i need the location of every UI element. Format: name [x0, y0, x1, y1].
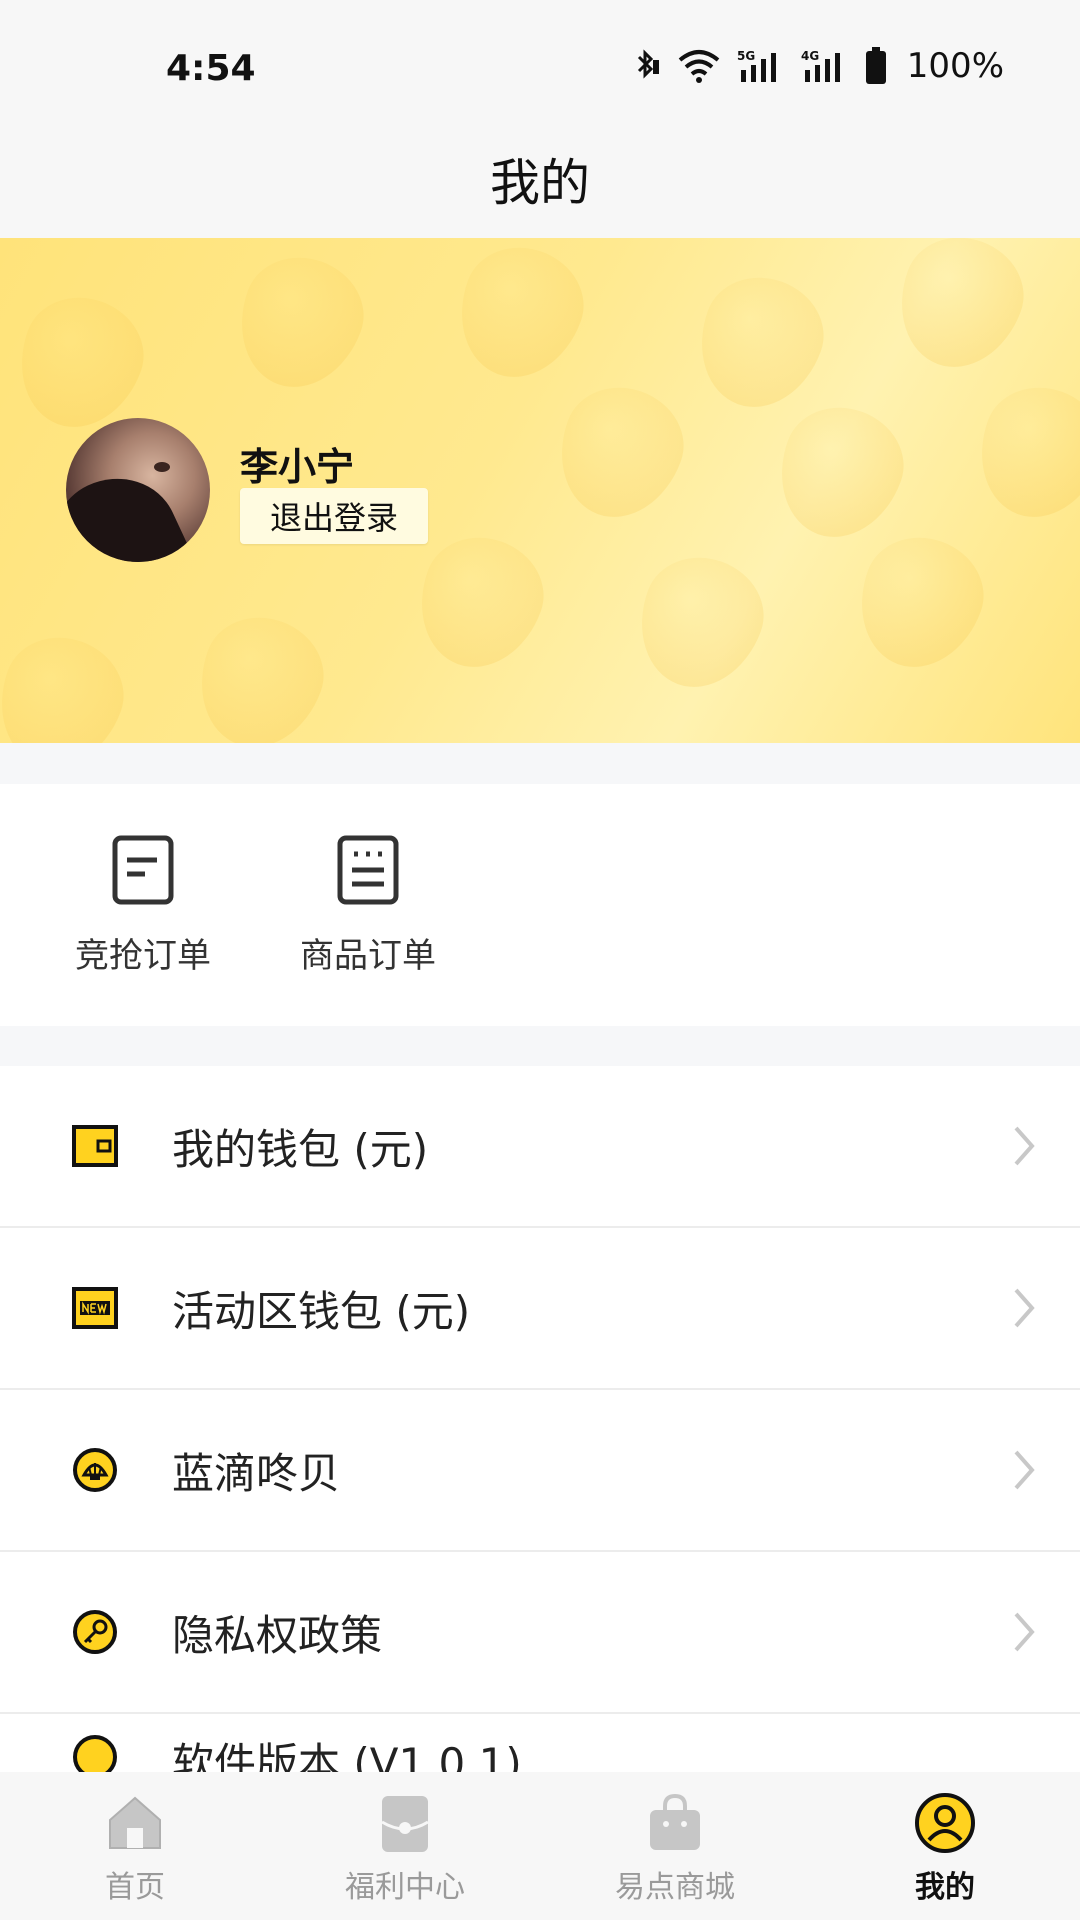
- order-item-bidding[interactable]: 竞抢订单: [33, 784, 253, 1026]
- status-time: 4:54: [166, 48, 256, 89]
- menu-label: 我的钱包 (元): [172, 1124, 429, 1174]
- bluetooth-icon: [631, 48, 661, 84]
- wallet-icon: [72, 1125, 118, 1167]
- banner-pattern: [221, 241, 379, 405]
- profile-icon: [915, 1793, 975, 1853]
- welfare-icon: [381, 1796, 429, 1852]
- menu-label: 活动区钱包 (元): [172, 1286, 471, 1336]
- banner-pattern: [541, 371, 699, 535]
- shell-icon: [73, 1448, 117, 1492]
- menu-list: 我的钱包 (元) 活动区钱包 (元) 蓝滴咚贝 隐私权政策 软件版本 (V1.0…: [0, 1066, 1080, 1774]
- banner-pattern: [961, 371, 1080, 535]
- key-icon: [73, 1610, 117, 1654]
- battery-percent: 100%: [906, 46, 1004, 86]
- app-header: 我的: [0, 120, 1080, 238]
- status-bar: 4:54 5G 4G 100%: [0, 0, 1080, 120]
- order-label: 竞抢订单: [75, 936, 211, 976]
- new-wallet-icon: [72, 1287, 118, 1329]
- menu-item-shells[interactable]: 蓝滴咚贝: [0, 1390, 1080, 1552]
- menu-item-activity-wallet[interactable]: 活动区钱包 (元): [0, 1228, 1080, 1390]
- tab-label: 首页: [105, 1870, 165, 1905]
- order-doc-icon: [112, 835, 174, 905]
- menu-item-privacy[interactable]: 隐私权政策: [0, 1552, 1080, 1714]
- banner-pattern: [621, 541, 779, 705]
- user-name: 李小宁: [240, 445, 355, 489]
- banner-pattern: [441, 238, 599, 395]
- tab-label: 易点商城: [615, 1870, 735, 1905]
- menu-item-wallet[interactable]: 我的钱包 (元): [0, 1066, 1080, 1228]
- wifi-icon: [677, 48, 721, 84]
- status-icons: 5G 4G 100%: [631, 46, 1004, 86]
- network-label-5g: 5G: [737, 49, 755, 63]
- chevron-right-icon: [1014, 1288, 1035, 1328]
- orders-card: 竞抢订单 商品订单: [0, 784, 1080, 1026]
- menu-label: 蓝滴咚贝: [172, 1448, 341, 1498]
- shop-bag-icon: [650, 1793, 700, 1850]
- banner-pattern: [841, 521, 999, 685]
- version-icon: [73, 1735, 117, 1774]
- bottom-tab-bar: 首页 福利中心 易点商城 我的: [0, 1772, 1080, 1920]
- chevron-right-icon: [1014, 1126, 1035, 1166]
- tab-home[interactable]: 首页: [0, 1772, 270, 1920]
- order-label: 商品订单: [300, 936, 436, 976]
- tab-shop[interactable]: 易点商城: [540, 1772, 810, 1920]
- network-label-4g: 4G: [801, 49, 819, 63]
- banner-pattern: [0, 621, 139, 743]
- menu-item-version[interactable]: 软件版本 (V1.0.1): [0, 1714, 1080, 1774]
- chevron-right-icon: [1014, 1612, 1035, 1652]
- battery-icon: [865, 47, 887, 85]
- avatar[interactable]: [66, 418, 210, 562]
- menu-label: 隐私权政策: [172, 1610, 383, 1660]
- tab-welfare[interactable]: 福利中心: [270, 1772, 540, 1920]
- banner-pattern: [401, 521, 559, 685]
- banner-pattern: [881, 238, 1039, 385]
- page-title: 我的: [490, 154, 590, 212]
- banner-pattern: [681, 261, 839, 425]
- tab-label: 我的: [915, 1870, 975, 1905]
- chevron-right-icon: [1014, 1450, 1035, 1490]
- tab-label: 福利中心: [345, 1870, 465, 1905]
- signal-4g-icon: 4G: [801, 48, 849, 84]
- order-list-icon: [337, 835, 399, 905]
- banner-pattern: [761, 391, 919, 555]
- logout-button[interactable]: 退出登录: [240, 488, 428, 544]
- tab-profile[interactable]: 我的: [810, 1772, 1080, 1920]
- signal-5g-icon: 5G: [737, 48, 785, 84]
- banner-pattern: [181, 601, 339, 743]
- menu-label: 软件版本 (V1.0.1): [172, 1739, 522, 1774]
- home-icon: [109, 1796, 161, 1849]
- order-item-goods[interactable]: 商品订单: [258, 784, 478, 1026]
